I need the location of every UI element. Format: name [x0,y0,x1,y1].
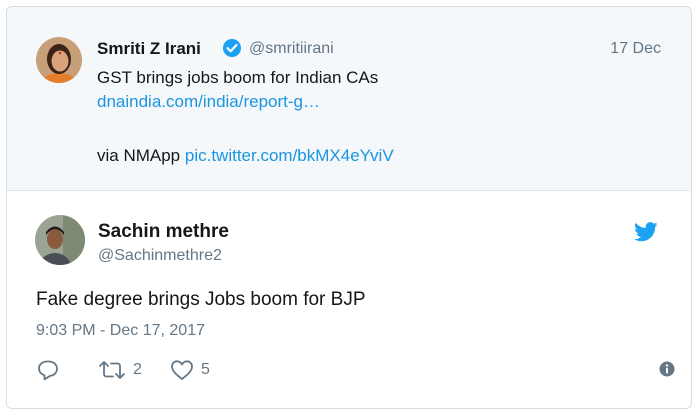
reply-button[interactable] [36,358,60,382]
reply-tweet-timestamp[interactable]: 9:03 PM - Dec 17, 2017 [36,322,205,340]
reply-tweet-avatar[interactable] [35,215,85,265]
reply-tweet-author-name[interactable]: Sachin methre [98,221,229,243]
quoted-tweet-date[interactable]: 17 Dec [610,40,661,58]
like-count: 5 [201,361,210,378]
quoted-tweet-link[interactable]: dnaindia.com/india/report-g… [97,91,320,113]
reply-tweet-text: Fake degree brings Jobs boom for BJP [36,289,366,310]
twitter-bird-icon[interactable] [634,222,658,242]
verified-badge-icon [222,38,242,58]
quoted-tweet-handle[interactable]: @smritiirani [249,40,334,58]
reply-tweet-handle[interactable]: @Sachinmethre2 [98,247,222,265]
quoted-tweet-author-name[interactable]: Smriti Z Irani [97,39,201,59]
via-pic-link[interactable]: pic.twitter.com/bkMX4eYviV [185,146,394,165]
via-prefix-text: via NMApp [97,146,185,165]
like-button[interactable]: 5 [170,358,210,382]
tweet-embed-card: Smriti Z Irani @smritiirani 17 Dec GST b… [6,6,692,409]
like-icon [170,359,194,381]
tweet-actions-bar: 2 5 [36,358,676,382]
retweet-count: 2 [133,361,142,378]
quoted-tweet-text: GST brings jobs boom for Indian CAs [97,68,379,87]
retweet-icon [98,359,126,381]
retweet-button[interactable]: 2 [98,358,142,382]
info-icon[interactable] [659,361,675,382]
quoted-tweet-via: via NMApp pic.twitter.com/bkMX4eYviV [97,145,394,167]
quoted-tweet-avatar[interactable] [36,37,82,83]
quoted-tweet[interactable]: Smriti Z Irani @smritiirani 17 Dec GST b… [7,7,691,191]
reply-icon [36,359,60,381]
